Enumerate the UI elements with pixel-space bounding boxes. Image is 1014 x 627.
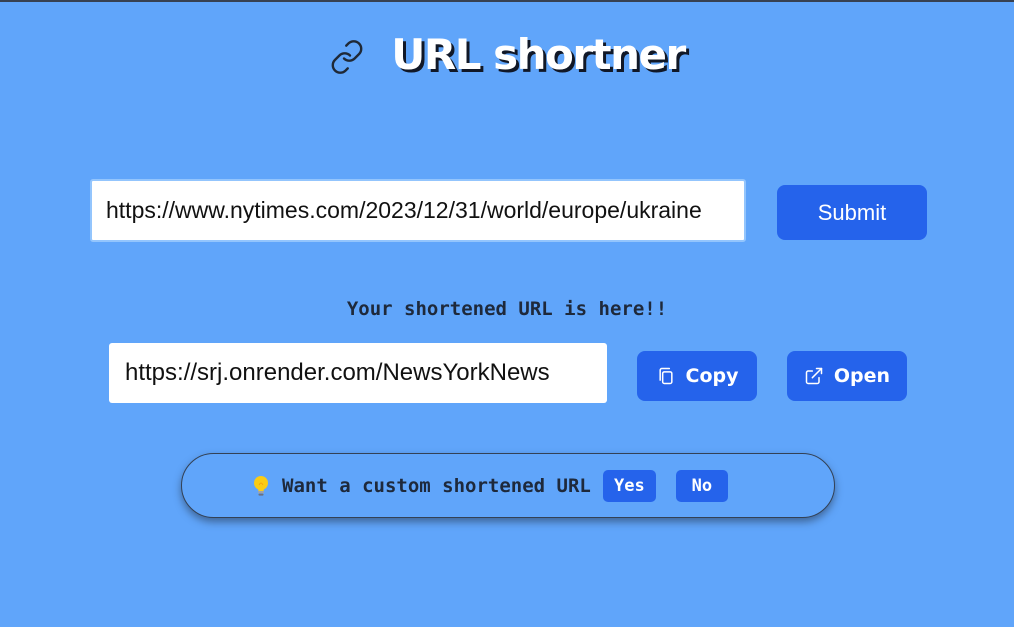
copy-icon [658, 367, 673, 385]
open-button[interactable]: Open [787, 351, 907, 401]
submit-button[interactable]: Submit [777, 185, 927, 240]
result-label: Your shortened URL is here!! [346, 298, 668, 320]
yes-button[interactable]: Yes [602, 469, 656, 502]
lightbulb-icon [254, 475, 268, 496]
copy-label: Copy [685, 365, 739, 387]
custom-url-prompt: Want a custom shortened URL Yes No [181, 453, 835, 518]
external-link-icon [805, 367, 823, 385]
long-url-input[interactable] [90, 179, 746, 242]
shortened-url-field[interactable] [109, 343, 607, 403]
link-icon [331, 39, 363, 74]
header: URL shortner [0, 30, 1014, 79]
copy-button[interactable]: Copy [637, 351, 757, 401]
no-button[interactable]: No [675, 469, 728, 502]
open-label: Open [833, 365, 891, 387]
page-title: URL shortner [391, 30, 686, 79]
custom-url-question: Want a custom shortened URL [282, 474, 591, 497]
